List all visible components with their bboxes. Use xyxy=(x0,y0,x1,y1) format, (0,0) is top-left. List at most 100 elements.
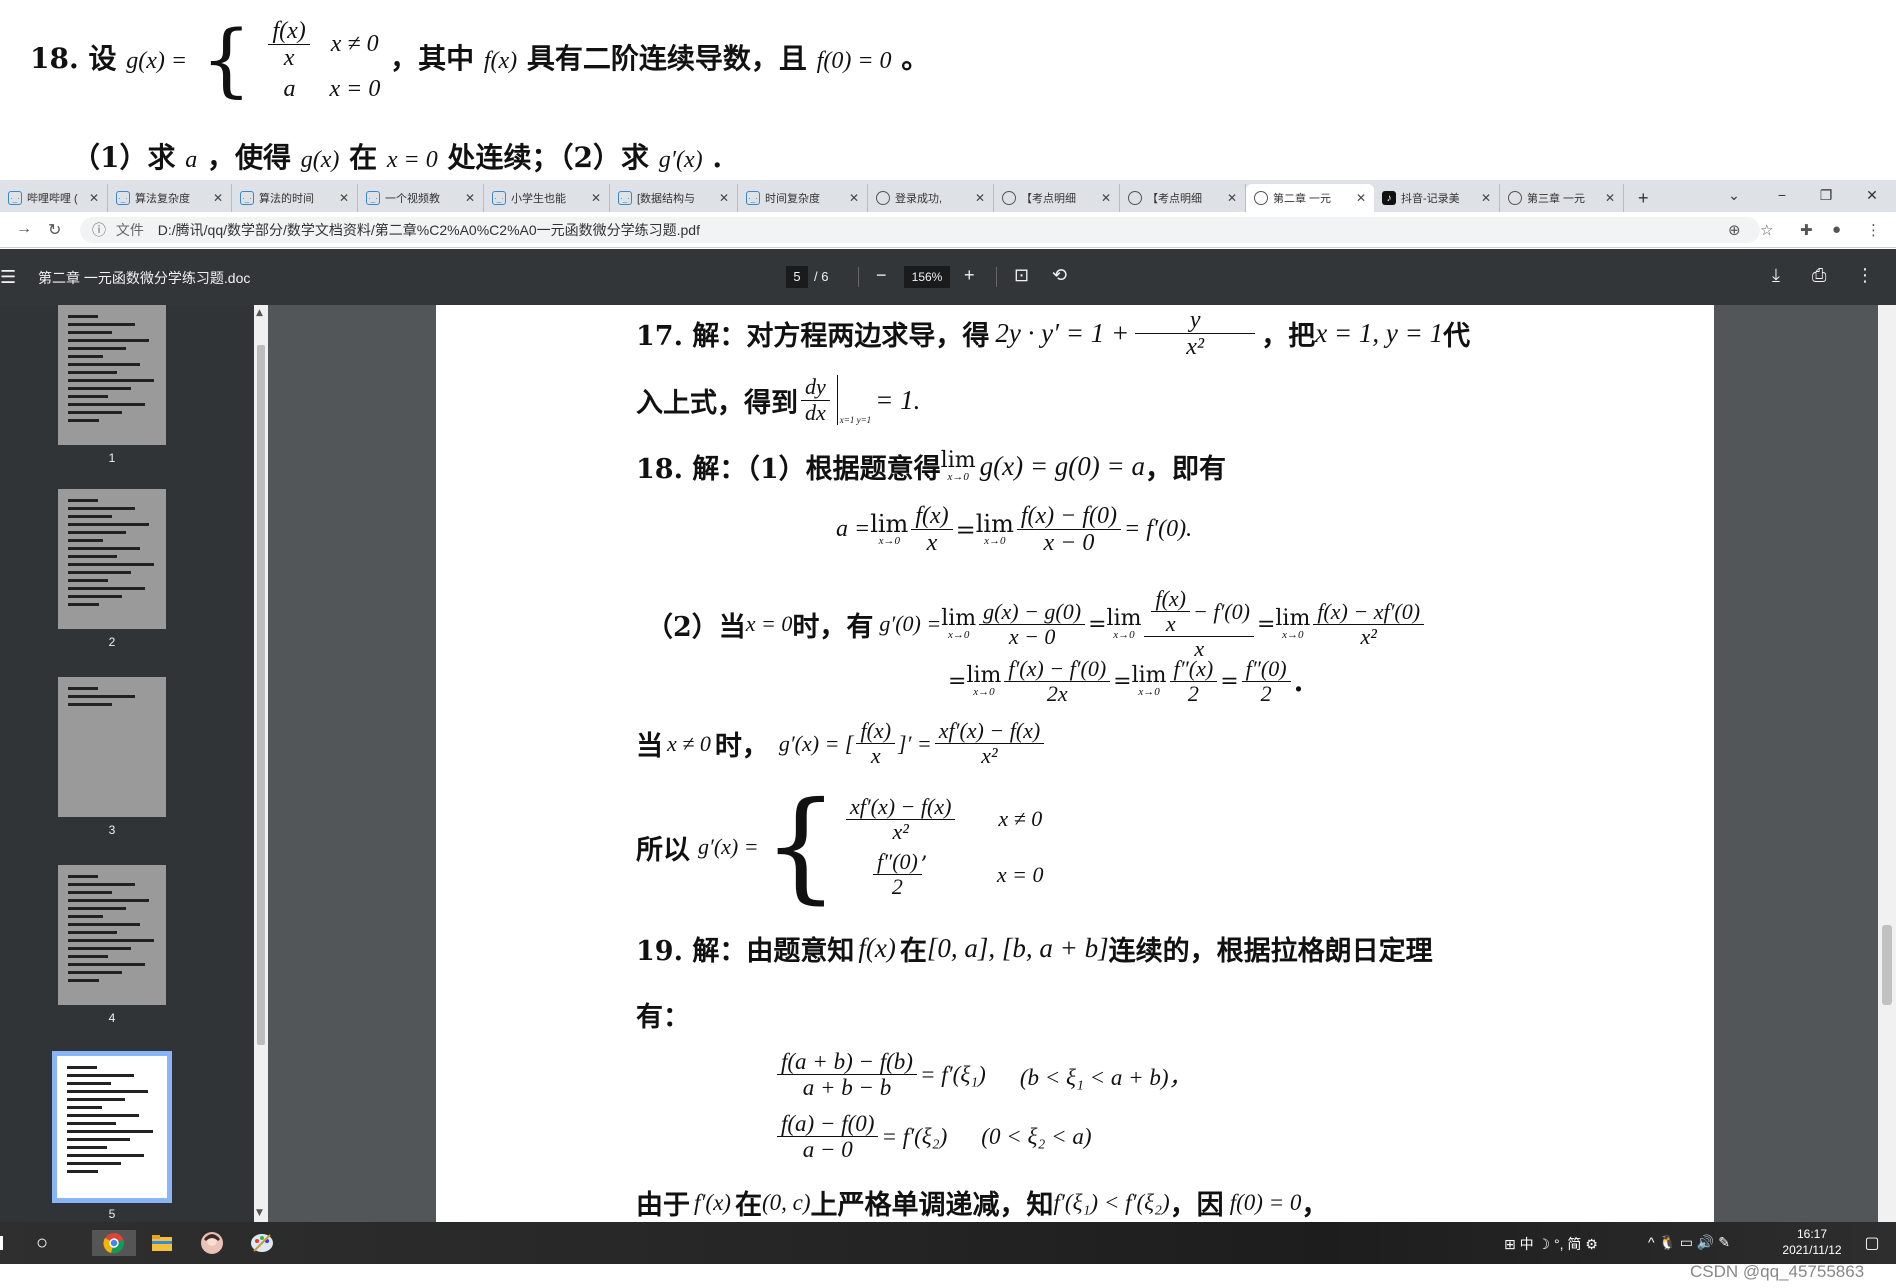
clock[interactable]: 16:17 2021/11/12 xyxy=(1772,1226,1852,1258)
close-window-icon[interactable]: ✕ xyxy=(1850,184,1894,206)
tab-close-icon[interactable]: ✕ xyxy=(463,191,477,205)
browser-tab[interactable]: ·_· [数据结构与 ✕ xyxy=(610,184,738,212)
frac-num: f(a) − f(0) xyxy=(777,1111,879,1138)
more-actions-icon[interactable]: ⋮ xyxy=(1856,265,1874,286)
case2-val: a xyxy=(283,75,296,102)
ime-tray[interactable]: ⊞ 中 ☽ °, 简 ⚙ xyxy=(1504,1234,1598,1254)
qq-icon[interactable]: 🐧 xyxy=(1658,1234,1675,1250)
tab-close-icon[interactable]: ✕ xyxy=(973,191,987,205)
tab-close-icon[interactable]: ✕ xyxy=(1603,191,1617,205)
volume-icon[interactable]: 🔊 xyxy=(1697,1234,1714,1250)
chrome-taskbar-icon[interactable] xyxy=(92,1230,136,1256)
battery-icon[interactable]: ▭ xyxy=(1680,1234,1693,1250)
browser-tab[interactable]: 登录成功, ✕ xyxy=(868,184,994,212)
browser-tab[interactable]: ·_· 哔哩哔哩 (✕ xyxy=(0,184,108,212)
browser-tab[interactable]: ♪ 抖音-记录美 ✕ xyxy=(1374,184,1500,212)
case1-fraction: f(x) x xyxy=(268,18,310,72)
s19-last-c: 上严格单调递减，知 xyxy=(810,1190,1054,1221)
p5-g: g′(x) = xyxy=(698,834,759,859)
browser-tab[interactable]: ·_· 算法的时间 ✕ xyxy=(232,184,358,212)
paint-app-icon[interactable] xyxy=(240,1230,284,1256)
ime-settings-icon[interactable]: ⚙ xyxy=(1585,1236,1598,1252)
browser-tab[interactable]: 第三章 一元 ✕ xyxy=(1500,184,1624,212)
tab-close-icon[interactable]: ✕ xyxy=(717,191,731,205)
fit-page-icon[interactable]: ⊡ xyxy=(1014,265,1029,286)
extensions-icon[interactable]: ✚ xyxy=(1800,221,1813,239)
tab-search-icon[interactable]: ⌄ xyxy=(1712,184,1756,206)
minimize-icon[interactable]: − xyxy=(1760,184,1804,206)
browser-tab[interactable]: 【考点明细 ✕ xyxy=(1120,184,1246,212)
p4-text-a: 当 xyxy=(636,731,663,763)
thumbnail-text-line xyxy=(68,547,140,550)
p2-x0: x = 0 xyxy=(745,611,793,637)
task-view-icon[interactable]: ○ xyxy=(28,1230,56,1256)
p2-text-b: 时，有 xyxy=(792,611,874,643)
new-tab-button[interactable]: + xyxy=(1630,184,1660,212)
g-definition: g(x) = xyxy=(126,47,188,74)
browser-tab[interactable]: ·_· 一个视频教 ✕ xyxy=(358,184,484,212)
reload-icon[interactable]: ↻ xyxy=(48,220,61,240)
tab-close-icon[interactable]: ✕ xyxy=(589,191,603,205)
viewer-scrollbar-thumb[interactable] xyxy=(1882,925,1892,1005)
system-tray[interactable]: ^ 🐧 ▭ 🔊 ✎ xyxy=(1648,1234,1730,1251)
solution-18-result: 所以 g′(x) = { xf′(x) − f(x) x² x ≠ 0 f″(0)… xyxy=(636,787,1044,907)
pen-icon[interactable]: ✎ xyxy=(1718,1234,1730,1250)
page-thumbnail[interactable] xyxy=(58,677,166,817)
page-thumbnail[interactable] xyxy=(52,1051,172,1203)
lim-word: lim xyxy=(1275,605,1311,631)
tab-close-icon[interactable]: ✕ xyxy=(87,191,101,205)
thumbnail-text-line xyxy=(68,403,145,406)
tab-close-icon[interactable]: ✕ xyxy=(1354,191,1368,205)
page-number-input[interactable]: 5 xyxy=(786,266,808,288)
scroll-down-icon[interactable]: ▼ xyxy=(256,1208,263,1218)
thumbnail-text-line xyxy=(67,1074,134,1077)
download-icon[interactable]: ⤓ xyxy=(1772,265,1780,286)
pdf-viewer[interactable]: 17. 解：对方程两边求导，得 2y · y′ = 1 + y x² ，把 x … xyxy=(268,305,1878,1222)
url-field[interactable]: ⓘ 文件 D:/腾讯/qq/数学部分/数学文档资料/第二章%C2%A0%C2%A… xyxy=(80,217,1760,243)
chrome-menu-icon[interactable]: ⋮ xyxy=(1866,221,1881,239)
zoom-level-input[interactable]: 156% xyxy=(904,266,950,288)
keyboard-icon[interactable]: ⊞ xyxy=(1504,1236,1516,1252)
notification-icon[interactable]: ▢ xyxy=(1858,1230,1886,1256)
zoom-icon[interactable]: ⊕ xyxy=(1728,221,1741,239)
browser-tab[interactable]: ·_· 算法复杂度 ✕ xyxy=(108,184,232,212)
sidebar-scrollbar-thumb[interactable] xyxy=(257,345,265,1045)
print-icon[interactable]: ⎙ xyxy=(1812,265,1826,286)
page-thumbnail[interactable] xyxy=(58,489,166,629)
zoom-in-icon[interactable]: + xyxy=(964,265,975,286)
frac-den: a − 0 xyxy=(802,1137,853,1163)
chevron-up-icon[interactable]: ^ xyxy=(1648,1234,1655,1250)
browser-tab[interactable]: 第二章 一元 ✕ xyxy=(1246,184,1374,212)
scroll-up-icon[interactable]: ▲ xyxy=(256,308,263,318)
punct-icon[interactable]: °, xyxy=(1554,1236,1564,1252)
viewer-scrollbar[interactable] xyxy=(1878,305,1896,1222)
moon-icon[interactable]: ☽ xyxy=(1538,1236,1551,1252)
file-explorer-icon[interactable] xyxy=(142,1230,182,1256)
restore-icon[interactable]: ❐ xyxy=(1804,184,1848,206)
case1-num: f(x) xyxy=(268,18,310,46)
p5-text: 所以 xyxy=(636,834,690,866)
page-thumbnail[interactable] xyxy=(58,865,166,1005)
rotate-icon[interactable]: ⟲ xyxy=(1052,265,1067,286)
ime-mode[interactable]: 简 xyxy=(1567,1236,1581,1252)
tab-close-icon[interactable]: ✕ xyxy=(337,191,351,205)
tab-close-icon[interactable]: ✕ xyxy=(847,191,861,205)
zoom-out-icon[interactable]: − xyxy=(876,265,887,286)
info-icon[interactable]: ⓘ xyxy=(92,222,106,238)
avatar-app-icon[interactable] xyxy=(190,1230,234,1256)
ime-language[interactable]: 中 xyxy=(1520,1236,1534,1252)
tab-close-icon[interactable]: ✕ xyxy=(1479,191,1493,205)
browser-tab[interactable]: ·_· 时间复杂度 ✕ xyxy=(738,184,868,212)
pdf-toolbar: ☰ 第二章 一元函数微分学练习题.doc 5 / 6 − 156% + ⊡ ⟲ … xyxy=(0,249,1896,305)
p3-frac1: f′(x) − f′(0) 2x xyxy=(1004,656,1111,706)
browser-tab[interactable]: 【考点明细 ✕ xyxy=(994,184,1120,212)
browser-tab[interactable]: ·_· 小学生也能 ✕ xyxy=(484,184,610,212)
sidebar-menu-icon[interactable]: ☰ xyxy=(0,267,16,288)
profile-icon[interactable]: ● xyxy=(1832,221,1841,238)
page-thumbnail[interactable] xyxy=(58,305,166,445)
tab-close-icon[interactable]: ✕ xyxy=(211,191,225,205)
bookmark-star-icon[interactable]: ☆ xyxy=(1760,221,1773,239)
tab-close-icon[interactable]: ✕ xyxy=(1099,191,1113,205)
back-arrow-icon[interactable]: → xyxy=(16,220,32,238)
tab-close-icon[interactable]: ✕ xyxy=(1225,191,1239,205)
